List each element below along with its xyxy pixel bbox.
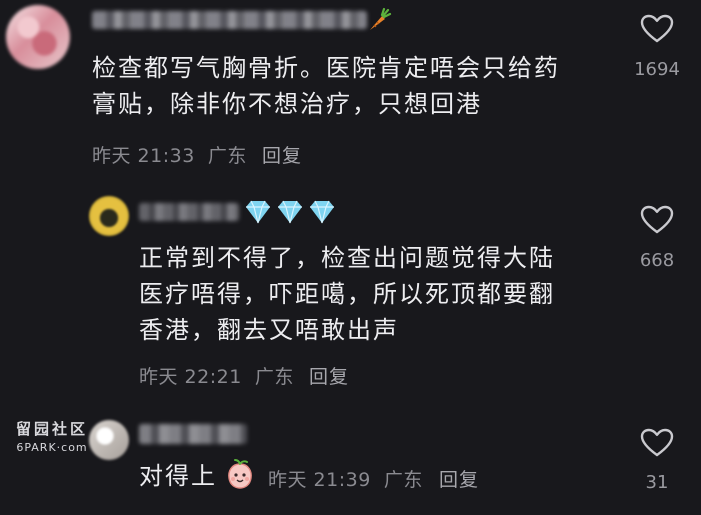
reply-button[interactable]: 回复	[262, 141, 302, 168]
heart-icon[interactable]	[640, 14, 674, 44]
comment-timestamp: 昨天 22:21 广东	[139, 366, 294, 388]
avatar[interactable]	[89, 420, 129, 460]
comment-text: 对得上	[139, 462, 217, 490]
comment-text-line: 医疗唔得，吓距噶，所以死顶都要翻	[139, 280, 555, 308]
watermark-subtitle: 6PARK·com	[16, 441, 88, 454]
watermark: 留园社区 6PARK·com	[12, 418, 92, 454]
username-blurred[interactable]	[139, 203, 239, 221]
reply-button[interactable]: 回复	[309, 362, 349, 389]
comment-text-line: 正常到不得了，检查出问题觉得大陆	[139, 244, 555, 272]
watermark-title: 留园社区	[15, 420, 88, 438]
diamond-icon	[310, 200, 334, 224]
like-count: 668	[639, 250, 675, 271]
carrot-icon	[370, 7, 392, 30]
like-count: 1694	[634, 59, 680, 80]
username-blurred[interactable]	[139, 424, 247, 444]
reply-button[interactable]: 回复	[439, 465, 479, 492]
comment-text-line: 膏贴，除非你不想治疗，只想回港	[92, 90, 482, 118]
diamond-icon	[246, 200, 270, 224]
avatar[interactable]	[89, 196, 129, 236]
diamond-icon	[278, 200, 302, 224]
peach-emoji-icon	[228, 459, 252, 489]
avatar[interactable]	[6, 5, 70, 69]
heart-icon[interactable]	[640, 205, 674, 235]
comment-timestamp: 昨天 21:33 广东	[92, 145, 247, 167]
comment-text-line: 香港，翻去又唔敢出声	[139, 316, 399, 344]
username-blurred[interactable]	[92, 11, 367, 29]
comment-thread: 检查都写气胸骨折。医院肯定唔会只给药 膏贴，除非你不想治疗，只想回港 昨天 21…	[0, 0, 701, 515]
heart-icon[interactable]	[640, 428, 674, 458]
comment-text-line: 检查都写气胸骨折。医院肯定唔会只给药	[92, 54, 560, 82]
like-count: 31	[645, 472, 669, 493]
comment-timestamp: 昨天 21:39 广东	[268, 469, 423, 491]
